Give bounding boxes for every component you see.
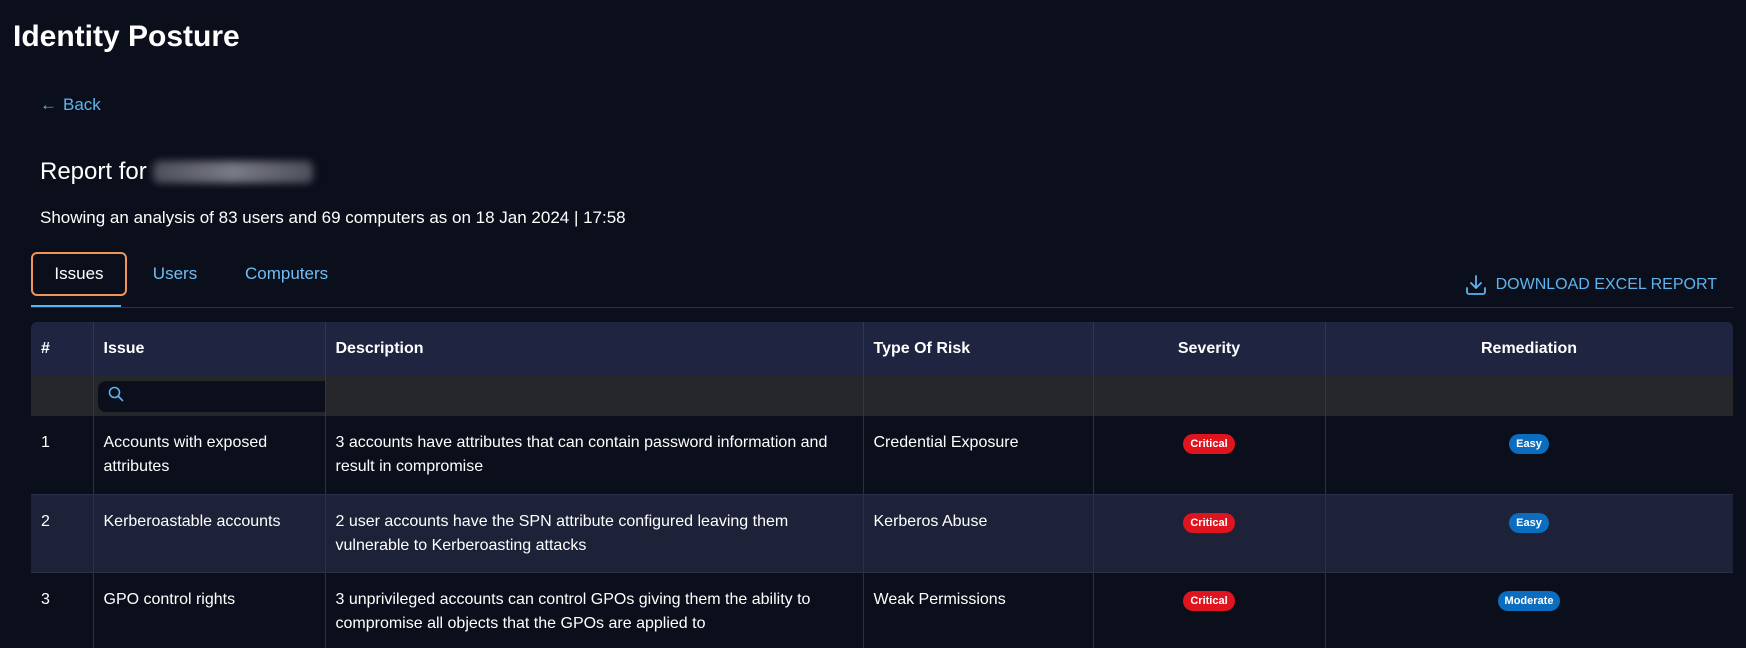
row-description: 2 user accounts have the SPN attribute c…	[325, 494, 864, 573]
report-title: Report for	[40, 158, 313, 186]
severity-badge: Critical	[1183, 590, 1235, 611]
row-severity-cell: Critical	[1093, 572, 1326, 648]
tab-users[interactable]: Users	[130, 252, 220, 296]
row-issue: GPO control rights	[93, 572, 326, 648]
table-header-row: # Issue Description Type Of Risk Severit…	[31, 322, 1733, 376]
download-excel-report-button[interactable]: DOWNLOAD EXCEL REPORT	[1464, 273, 1717, 297]
remediation-badge: Moderate	[1497, 590, 1561, 611]
row-issue: Kerberoastable accounts	[93, 494, 326, 573]
column-header-number[interactable]: #	[31, 322, 94, 376]
arrow-left-icon: ←	[40, 95, 57, 114]
column-header-type-of-risk[interactable]: Type Of Risk	[863, 322, 1094, 376]
row-remediation-cell: Moderate	[1325, 572, 1733, 648]
remediation-badge: Easy	[1509, 512, 1549, 533]
row-issue: Accounts with exposed attributes	[93, 416, 326, 495]
tab-issues[interactable]: Issues	[31, 252, 127, 296]
identity-posture-page: Identity Posture ← Back Report for Showi…	[0, 0, 1746, 648]
issue-search-input[interactable]	[129, 387, 334, 405]
filter-cell	[1093, 376, 1326, 416]
row-number: 2	[31, 494, 94, 573]
table-row[interactable]: 3 GPO control rights 3 unprivileged acco…	[31, 572, 1733, 648]
issues-table-container: # Issue Description Type Of Risk Severit…	[31, 322, 1733, 648]
filter-cell	[863, 376, 1094, 416]
column-header-severity[interactable]: Severity	[1093, 322, 1326, 376]
tab-computers[interactable]: Computers	[225, 252, 348, 296]
back-link[interactable]: ← Back	[40, 95, 101, 115]
column-header-issue[interactable]: Issue	[93, 322, 326, 376]
row-severity-cell: Critical	[1093, 416, 1326, 495]
row-remediation-cell: Easy	[1325, 494, 1733, 573]
report-title-prefix: Report for	[40, 158, 147, 185]
issue-search-box[interactable]	[97, 380, 347, 412]
row-description: 3 accounts have attributes that can cont…	[325, 416, 864, 495]
issues-table: # Issue Description Type Of Risk Severit…	[31, 322, 1733, 648]
row-number: 1	[31, 416, 94, 495]
download-tray-icon	[1464, 273, 1488, 297]
search-icon	[108, 386, 124, 407]
column-header-description[interactable]: Description	[325, 322, 864, 376]
row-number: 3	[31, 572, 94, 648]
tab-bar: Issues Users Computers	[31, 252, 348, 306]
row-severity-cell: Critical	[1093, 494, 1326, 573]
row-remediation-cell: Easy	[1325, 416, 1733, 495]
filter-cell	[31, 376, 94, 416]
row-risk-type: Weak Permissions	[863, 572, 1094, 648]
page-title: Identity Posture	[13, 20, 240, 53]
row-description: 3 unprivileged accounts can control GPOs…	[325, 572, 864, 648]
remediation-badge: Easy	[1509, 434, 1549, 454]
filter-cell	[1325, 376, 1733, 416]
tabs-divider	[31, 307, 1733, 308]
severity-badge: Critical	[1183, 434, 1235, 454]
redacted-domain	[152, 161, 313, 183]
download-label: DOWNLOAD EXCEL REPORT	[1495, 276, 1717, 293]
table-row[interactable]: 1 Accounts with exposed attributes 3 acc…	[31, 416, 1733, 495]
filter-cell	[325, 376, 864, 416]
table-filter-row	[31, 376, 1733, 416]
analysis-summary: Showing an analysis of 83 users and 69 c…	[40, 208, 626, 227]
column-header-remediation[interactable]: Remediation	[1325, 322, 1733, 376]
row-risk-type: Kerberos Abuse	[863, 494, 1094, 573]
row-risk-type: Credential Exposure	[863, 416, 1094, 495]
back-label: Back	[63, 95, 101, 114]
severity-badge: Critical	[1183, 512, 1235, 533]
filter-cell-issue	[93, 376, 347, 416]
table-row[interactable]: 2 Kerberoastable accounts 2 user account…	[31, 494, 1733, 573]
